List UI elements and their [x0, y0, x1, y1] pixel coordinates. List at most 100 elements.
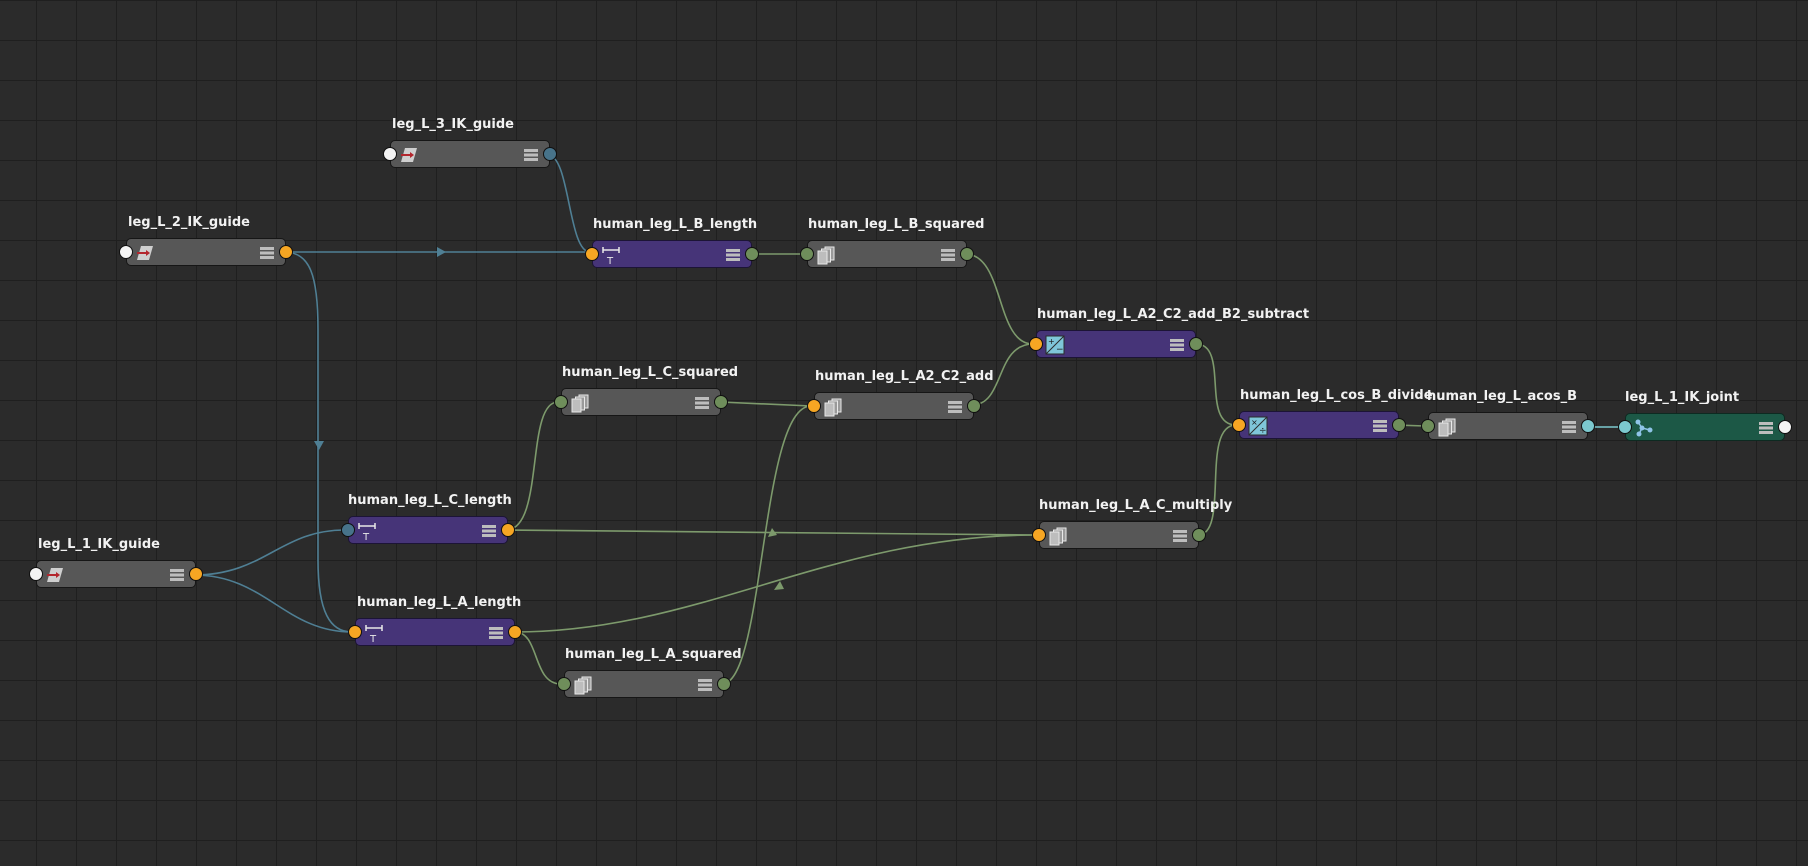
node-menu-icon[interactable]	[697, 677, 713, 693]
input-port[interactable]	[585, 247, 599, 261]
input-port[interactable]	[800, 247, 814, 261]
node-menu-icon[interactable]	[169, 567, 185, 583]
input-port[interactable]	[341, 523, 355, 537]
node-leg-l-3-ik-guide[interactable]: leg_L_3_IK_guide	[380, 117, 557, 168]
node-body[interactable]	[814, 392, 974, 420]
output-port[interactable]	[501, 523, 515, 537]
stack-icon	[823, 397, 843, 417]
wire-arrow-icon	[774, 581, 784, 590]
node-title: human_leg_L_acos_B	[1427, 389, 1578, 404]
wire-l1-to-a-length	[193, 574, 353, 633]
node-body[interactable]: T	[592, 240, 752, 268]
node-menu-icon[interactable]	[523, 147, 539, 163]
input-port[interactable]	[119, 245, 133, 259]
node-menu-icon[interactable]	[1172, 528, 1188, 544]
wire-l1-to-c-length	[193, 529, 346, 576]
node-title: leg_L_3_IK_guide	[392, 117, 514, 132]
node-body[interactable]	[564, 670, 724, 698]
node-body[interactable]: + −	[1036, 330, 1196, 358]
output-port[interactable]	[1778, 420, 1792, 434]
node-leg-l-2-ik-guide[interactable]: leg_L_2_IK_guide	[116, 216, 293, 266]
output-port[interactable]	[745, 247, 759, 261]
node-body[interactable]	[1625, 413, 1785, 441]
wire-c-squared-to-a2c2	[719, 401, 812, 407]
node-body[interactable]: T	[355, 618, 515, 646]
input-port[interactable]	[29, 567, 43, 581]
node-human-leg-l-acos-b[interactable]: human_leg_L_acos_B	[1418, 389, 1595, 440]
node-title: human_leg_L_C_length	[348, 493, 512, 508]
node-body[interactable]: T	[348, 516, 508, 544]
wire-arrow-icon	[314, 441, 324, 450]
output-port[interactable]	[189, 567, 203, 581]
input-port[interactable]	[383, 147, 397, 161]
stack-icon	[570, 393, 590, 413]
node-human-leg-l-c-squared[interactable]: human_leg_L_C_squared	[551, 366, 738, 416]
node-title: leg_L_1_IK_joint	[1625, 390, 1740, 405]
input-port[interactable]	[557, 677, 571, 691]
node-body[interactable]	[561, 388, 721, 416]
multiply-divide-icon: × ÷	[1248, 416, 1268, 436]
output-port[interactable]	[508, 625, 522, 639]
node-human-leg-l-c-length[interactable]: human_leg_L_C_length T	[338, 493, 515, 544]
input-port[interactable]	[807, 399, 821, 413]
node-menu-icon[interactable]	[725, 247, 741, 263]
node-menu-icon[interactable]	[1169, 337, 1185, 353]
node-menu-icon[interactable]	[694, 395, 710, 411]
node-menu-icon[interactable]	[940, 247, 956, 263]
node-human-leg-l-a-c-multiply[interactable]: human_leg_L_A_C_multiply	[1029, 499, 1232, 549]
distance-measure-icon: T	[601, 245, 621, 265]
node-title: human_leg_L_B_squared	[808, 217, 985, 232]
input-port[interactable]	[348, 625, 362, 639]
node-leg-l-1-ik-joint[interactable]: leg_L_1_IK_joint	[1615, 390, 1792, 441]
output-port[interactable]	[1581, 419, 1595, 433]
wire-a-length-to-multiply	[514, 534, 1037, 633]
node-body[interactable]	[1428, 412, 1588, 440]
output-port[interactable]	[960, 247, 974, 261]
node-body[interactable]	[126, 238, 286, 266]
output-port[interactable]	[714, 395, 728, 409]
guide-parallelogram-icon	[45, 565, 65, 585]
node-human-leg-l-b-length[interactable]: human_leg_L_B_length T	[582, 218, 759, 268]
plus-minus-icon: + −	[1045, 335, 1065, 355]
node-menu-icon[interactable]	[488, 625, 504, 641]
node-body[interactable]	[1039, 521, 1199, 549]
input-port[interactable]	[1421, 419, 1435, 433]
node-human-leg-l-a2-c2-add-b2-subtract[interactable]: human_leg_L_A2_C2_add_B2_subtract + −	[1026, 308, 1309, 358]
node-title: human_leg_L_A2_C2_add	[815, 369, 994, 384]
node-menu-icon[interactable]	[1758, 420, 1774, 436]
output-port[interactable]	[967, 399, 981, 413]
input-port[interactable]	[554, 395, 568, 409]
node-body[interactable]	[390, 140, 550, 168]
node-title: human_leg_L_A_squared	[565, 647, 742, 662]
node-menu-icon[interactable]	[481, 523, 497, 539]
output-port[interactable]	[717, 677, 731, 691]
node-body[interactable]	[36, 560, 196, 588]
node-human-leg-l-b-squared[interactable]: human_leg_L_B_squared	[797, 218, 984, 268]
node-body[interactable]: × ÷	[1239, 411, 1399, 439]
node-menu-icon[interactable]	[1561, 419, 1577, 435]
svg-text:T: T	[362, 532, 370, 541]
output-port[interactable]	[1392, 418, 1406, 432]
input-port[interactable]	[1618, 420, 1632, 434]
output-port[interactable]	[279, 245, 293, 259]
output-port[interactable]	[543, 147, 557, 161]
output-port[interactable]	[1192, 528, 1206, 542]
svg-text:T: T	[606, 256, 614, 265]
node-human-leg-l-cos-b-divide[interactable]: human_leg_L_cos_B_divide × ÷	[1229, 389, 1433, 439]
node-human-leg-l-a-length[interactable]: human_leg_L_A_length T	[345, 596, 522, 646]
node-human-leg-l-a2-c2-add[interactable]: human_leg_L_A2_C2_add	[804, 370, 994, 420]
node-menu-icon[interactable]	[259, 245, 275, 261]
wire-a-squared-to-a2c2	[721, 405, 812, 685]
stack-icon	[816, 245, 836, 265]
input-port[interactable]	[1029, 337, 1043, 351]
node-menu-icon[interactable]	[1372, 418, 1388, 434]
input-port[interactable]	[1232, 418, 1246, 432]
node-human-leg-l-a-squared[interactable]: human_leg_L_A_squared	[554, 648, 742, 698]
output-port[interactable]	[1189, 337, 1203, 351]
node-body[interactable]	[807, 240, 967, 268]
node-leg-l-1-ik-guide[interactable]: leg_L_1_IK_guide	[26, 538, 203, 588]
node-menu-icon[interactable]	[947, 399, 963, 415]
joint-icon	[1634, 418, 1654, 438]
node-title: human_leg_L_A2_C2_add_B2_subtract	[1037, 307, 1310, 322]
input-port[interactable]	[1032, 528, 1046, 542]
